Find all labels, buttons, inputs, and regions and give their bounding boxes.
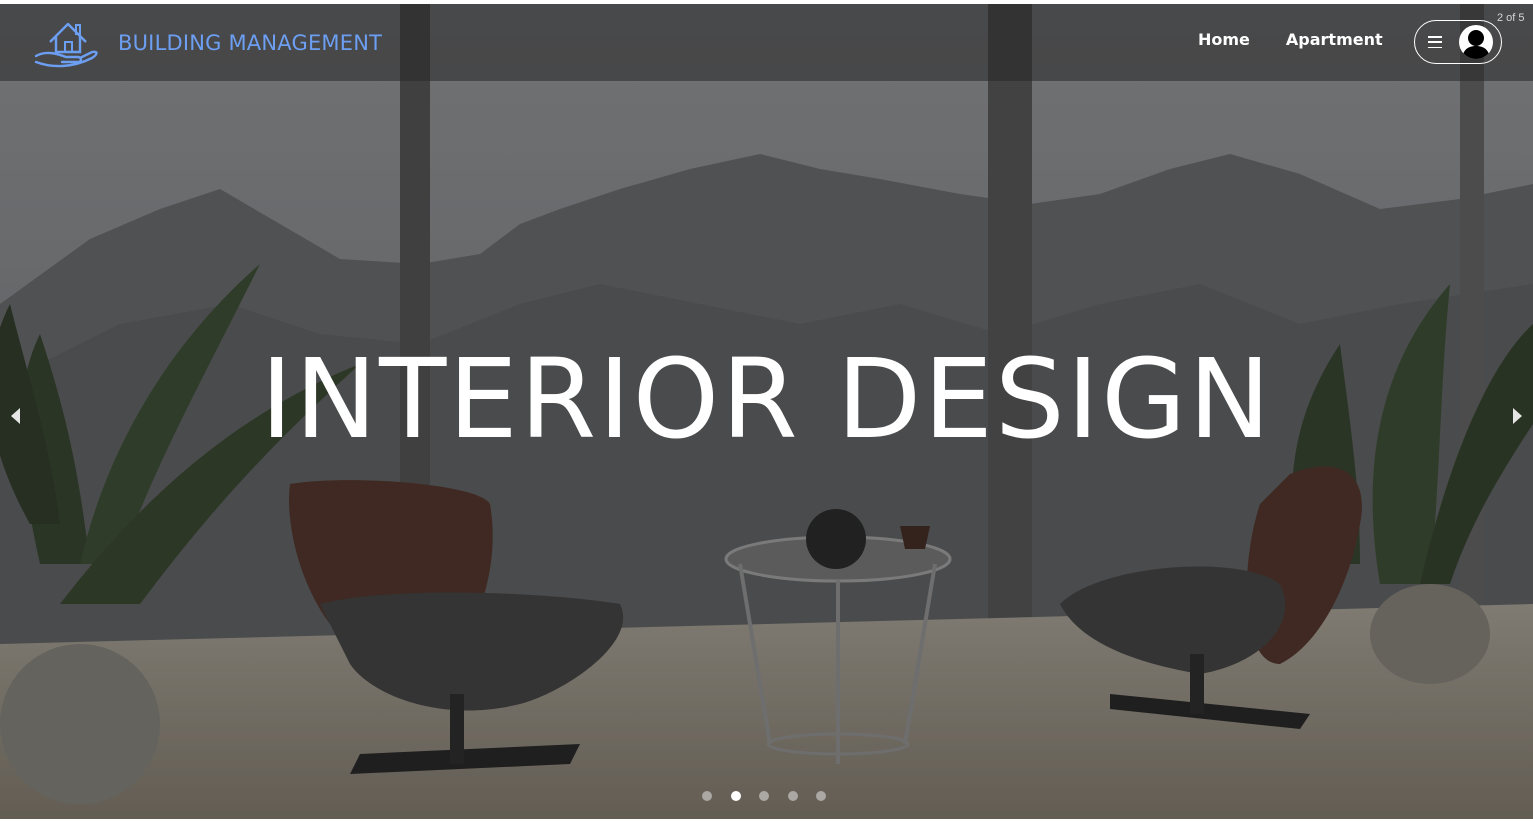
nav-apartment-link[interactable]: Apartment <box>1286 30 1383 49</box>
nav-home-link[interactable]: Home <box>1198 30 1250 49</box>
chevron-left-icon <box>11 408 20 424</box>
user-menu-button[interactable] <box>1414 20 1502 64</box>
main-nav: Home Apartment <box>1198 30 1419 49</box>
hero-carousel: BUILDING MANAGEMENT Home Apartment 2 of … <box>0 4 1533 819</box>
chevron-right-icon <box>1513 408 1522 424</box>
user-avatar-icon <box>1459 25 1493 59</box>
carousel-dot-2[interactable] <box>730 791 741 801</box>
hero-title: INTERIOR DESIGN <box>260 335 1273 463</box>
carousel-indicators <box>702 791 845 801</box>
carousel-dot-3[interactable] <box>759 791 769 801</box>
carousel-prev-button[interactable] <box>6 404 26 428</box>
carousel-dot-1[interactable] <box>702 791 712 801</box>
brand-name: BUILDING MANAGEMENT <box>118 31 383 55</box>
carousel-dot-4[interactable] <box>787 791 798 801</box>
slide-counter: 2 of 5 <box>1497 12 1525 24</box>
house-on-hand-icon <box>34 22 98 68</box>
carousel-dot-5[interactable] <box>816 791 826 801</box>
top-navbar: BUILDING MANAGEMENT Home Apartment 2 of … <box>0 4 1533 81</box>
brand[interactable]: BUILDING MANAGEMENT <box>32 18 382 68</box>
hamburger-icon <box>1428 36 1442 49</box>
carousel-next-button[interactable] <box>1507 404 1527 428</box>
